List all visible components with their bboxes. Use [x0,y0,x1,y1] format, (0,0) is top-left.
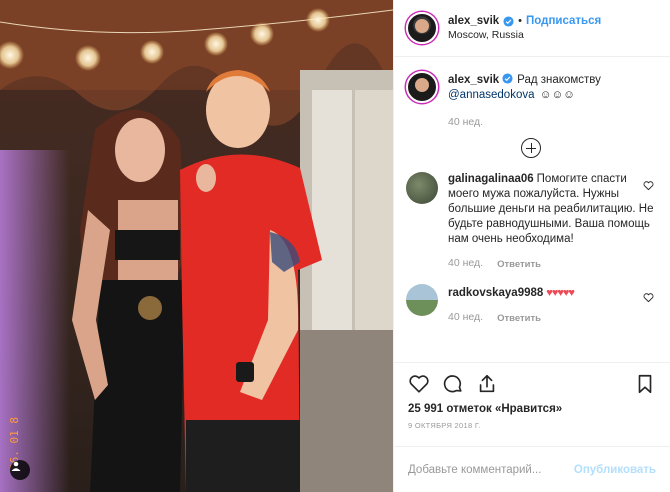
caption-avatar[interactable] [406,71,438,103]
comment-time[interactable]: 40 нед. [448,310,483,326]
publish-button[interactable]: Опубликовать [574,464,656,476]
caption-username[interactable]: alex_svik [448,74,499,86]
caption: alex_svik Рад знакомству @annasedokova ☺☺… [406,71,656,130]
post-date[interactable]: 9 ОКТЯБРЯ 2018 Г. [408,421,656,430]
comment-avatar[interactable] [406,284,438,316]
author-avatar[interactable] [406,12,438,44]
load-more-comments [406,138,656,158]
comments-list[interactable]: alex_svik Рад знакомству @annasedokova ☺☺… [394,57,670,362]
comment-item: radkovskaya9988 ♥♥♥♥♥ 40 нед. Ответить [406,284,656,326]
caption-verified-icon [502,73,513,84]
comment-time[interactable]: 40 нед. [448,256,483,272]
likes-count[interactable]: 25 991 отметок «Нравится» [408,403,656,415]
comment-body: galinagalinaa06 Помогите спасти моего муж… [448,172,656,272]
like-comment-heart-icon[interactable] [643,180,654,191]
share-icon[interactable] [476,373,498,395]
author-username[interactable]: alex_svik [448,15,499,27]
post-location[interactable]: Moscow, Russia [448,29,601,41]
follow-button[interactable]: Подписаться [526,15,601,27]
comment-input[interactable] [408,463,574,476]
like-comment-heart-icon[interactable] [643,292,654,303]
caption-text: Рад знакомству [517,74,601,86]
save-bookmark-icon[interactable] [634,373,656,395]
load-more-plus-icon[interactable] [521,138,541,158]
caption-body: alex_svik Рад знакомству @annasedokova ☺☺… [448,71,656,130]
comment-avatar[interactable] [406,172,438,204]
header-separator: • [518,15,523,27]
post-photo[interactable]: 06. 01 8 [0,0,393,492]
add-comment-form: Опубликовать [394,446,670,492]
like-heart-icon[interactable] [408,373,430,395]
instagram-post: 06. 01 8 alex_svik • Подписаться Moscow,… [0,0,670,492]
reply-button[interactable]: Ответить [497,311,541,326]
post-actions: 25 991 отметок «Нравится» 9 ОКТЯБРЯ 2018… [394,362,670,446]
reply-button[interactable]: Ответить [497,257,541,272]
comment-body: radkovskaya9988 ♥♥♥♥♥ 40 нед. Ответить [448,284,656,326]
photo-illustration: 06. 01 8 [0,0,393,492]
comment-username[interactable]: radkovskaya9988 [448,287,543,299]
verified-badge-icon [503,15,514,27]
caption-mention-link[interactable]: @annasedokova [448,89,535,101]
post-sidebar: alex_svik • Подписаться Moscow, Russia a… [393,0,670,492]
comment-item: galinagalinaa06 Помогите спасти моего муж… [406,172,656,272]
user-tag-icon[interactable] [10,460,30,480]
action-bar [408,371,656,397]
author-info: alex_svik • Подписаться Moscow, Russia [448,15,601,41]
comment-bubble-icon[interactable] [442,373,464,395]
caption-time[interactable]: 40 нед. [448,115,483,130]
comment-hearts: ♥♥♥♥♥ [546,287,575,299]
comment-username[interactable]: galinagalinaa06 [448,173,534,185]
post-header: alex_svik • Подписаться Moscow, Russia [394,0,670,57]
caption-emoji: ☺☺☺ [539,89,575,101]
